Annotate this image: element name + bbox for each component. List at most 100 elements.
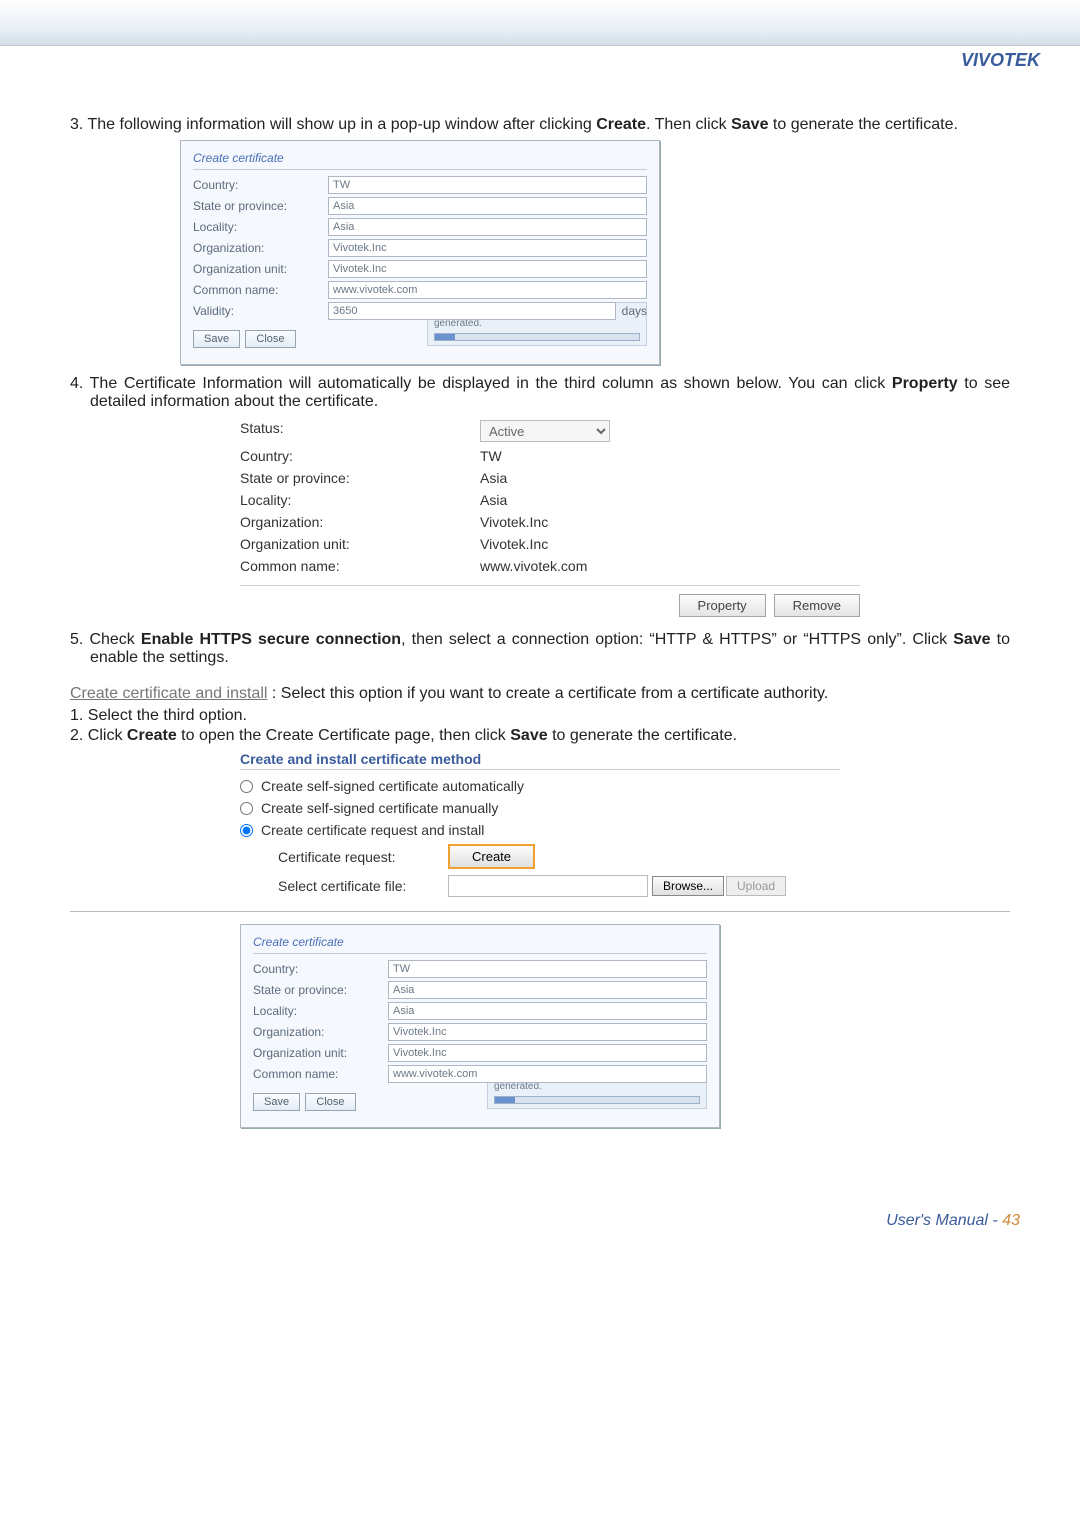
p2-country-input[interactable]	[388, 960, 707, 978]
create-install-tail: : Select this option if you want to crea…	[267, 685, 828, 702]
separator	[70, 911, 1010, 912]
p2-locality-l: Locality:	[253, 1004, 388, 1018]
sub2-b: to open the Create Certificate page, the…	[177, 727, 511, 744]
p2-country-l: Country:	[253, 962, 388, 976]
brand-label: VIVOTEK	[961, 50, 1040, 71]
create-install-section: Create certificate and install : Select …	[70, 685, 1010, 703]
country-input[interactable]	[328, 176, 647, 194]
ci-cn-v: www.vivotek.com	[480, 558, 860, 574]
ci-org-l: Organization:	[240, 514, 480, 530]
step5-b: , then select a connection option: “HTTP…	[401, 631, 953, 648]
validity-label: Validity:	[193, 304, 328, 318]
opt-request[interactable]: Create certificate request and install	[240, 822, 840, 838]
ci-country-l: Country:	[240, 448, 480, 464]
step-3: 3. The following information will show u…	[70, 116, 1010, 134]
method-legend: Create and install certificate method	[240, 751, 840, 770]
method-panel: Create and install certificate method Cr…	[240, 751, 840, 897]
p2-orgu-l: Organization unit:	[253, 1046, 388, 1060]
step3-a: The following information will show up i…	[88, 116, 597, 133]
step-5: 5. Check Enable HTTPS secure connection,…	[70, 631, 1010, 667]
locality-input[interactable]	[328, 218, 647, 236]
opt-auto[interactable]: Create self-signed certificate automatic…	[240, 778, 840, 794]
create-cert-popup-2: Create certificate Country: State or pro…	[240, 924, 720, 1128]
remove-button[interactable]: Remove	[774, 594, 860, 617]
sub2-kw2: Save	[510, 727, 547, 744]
step3-create: Create	[596, 116, 646, 133]
validity-days: days	[622, 304, 647, 318]
property-button[interactable]: Property	[679, 594, 766, 617]
opt-request-label: Create certificate request and install	[261, 822, 484, 838]
opt-manual-radio[interactable]	[240, 802, 253, 815]
opt-auto-label: Create self-signed certificate automatic…	[261, 778, 524, 794]
status-label: Status:	[240, 420, 480, 442]
selfile-label: Select certificate file:	[278, 878, 448, 894]
upload-button[interactable]: Upload	[726, 876, 786, 896]
ci-locality-l: Locality:	[240, 492, 480, 508]
ci-org-v: Vivotek.Inc	[480, 514, 860, 530]
create-install-heading: Create certificate and install	[70, 685, 267, 702]
org-input[interactable]	[328, 239, 647, 257]
ci-locality-v: Asia	[480, 492, 860, 508]
save-button[interactable]: Save	[193, 330, 240, 348]
step5-kw1: Enable HTTPS secure connection	[141, 631, 401, 648]
header-gradient	[0, 0, 1080, 46]
p2-locality-input[interactable]	[388, 1002, 707, 1020]
popup2-legend: Create certificate	[253, 935, 707, 954]
opt-manual[interactable]: Create self-signed certificate manually	[240, 800, 840, 816]
p2-org-l: Organization:	[253, 1025, 388, 1039]
p2-state-l: State or province:	[253, 983, 388, 997]
opt-auto-radio[interactable]	[240, 780, 253, 793]
ci-orgu-l: Organization unit:	[240, 536, 480, 552]
create-button[interactable]: Create	[448, 844, 535, 869]
step4-num: 4.	[70, 375, 90, 392]
step5-num: 5.	[70, 631, 89, 648]
p2-cn-l: Common name:	[253, 1067, 388, 1081]
opt-request-radio[interactable]	[240, 824, 253, 837]
step4-kw: Property	[892, 375, 958, 392]
footer-label: User's Manual -	[886, 1212, 1002, 1229]
country-label: Country:	[193, 178, 328, 192]
org-label: Organization:	[193, 241, 328, 255]
step3-num: 3.	[70, 116, 88, 133]
p2-save-button[interactable]: Save	[253, 1093, 300, 1111]
popup-legend: Create certificate	[193, 151, 647, 170]
orgu-input[interactable]	[328, 260, 647, 278]
cert-info-panel: Status:Active Country:TW State or provin…	[240, 417, 860, 617]
state-label: State or province:	[193, 199, 328, 213]
close-button[interactable]: Close	[245, 330, 295, 348]
p2-progress-bar	[494, 1096, 700, 1104]
sub2-a: Click	[88, 727, 127, 744]
step3-b: . Then click	[646, 116, 731, 133]
ci-state-l: State or province:	[240, 470, 480, 486]
step3-c: to generate the certificate.	[768, 116, 957, 133]
state-input[interactable]	[328, 197, 647, 215]
file-input[interactable]	[448, 875, 648, 897]
cn-label: Common name:	[193, 283, 328, 297]
p2-orgu-input[interactable]	[388, 1044, 707, 1062]
step5-kw2: Save	[953, 631, 990, 648]
footer: User's Manual - 43	[0, 1182, 1080, 1260]
sub2-kw1: Create	[127, 727, 177, 744]
substep-1: 1. Select the third option.	[70, 707, 1010, 725]
ci-country-v: TW	[480, 448, 860, 464]
cn-input[interactable]	[328, 281, 647, 299]
p2-org-input[interactable]	[388, 1023, 707, 1041]
p2-state-input[interactable]	[388, 981, 707, 999]
status-select[interactable]: Active	[480, 420, 610, 442]
create-cert-popup: Create certificate Country: State or pro…	[180, 140, 660, 365]
p2-close-button[interactable]: Close	[305, 1093, 355, 1111]
step4-a: The Certificate Information will automat…	[90, 375, 892, 392]
substep-2: 2. Click Create to open the Create Certi…	[70, 727, 1010, 745]
ci-cn-l: Common name:	[240, 558, 480, 574]
opt-manual-label: Create self-signed certificate manually	[261, 800, 498, 816]
p2-cn-input[interactable]	[388, 1065, 707, 1083]
orgu-label: Organization unit:	[193, 262, 328, 276]
step3-save: Save	[731, 116, 768, 133]
certreq-label: Certificate request:	[278, 849, 448, 865]
validity-input[interactable]	[328, 302, 616, 320]
ci-orgu-v: Vivotek.Inc	[480, 536, 860, 552]
browse-button[interactable]: Browse...	[652, 876, 724, 896]
sub2-num: 2.	[70, 727, 88, 744]
footer-page: 43	[1002, 1212, 1020, 1229]
step-4: 4. The Certificate Information will auto…	[70, 375, 1010, 411]
